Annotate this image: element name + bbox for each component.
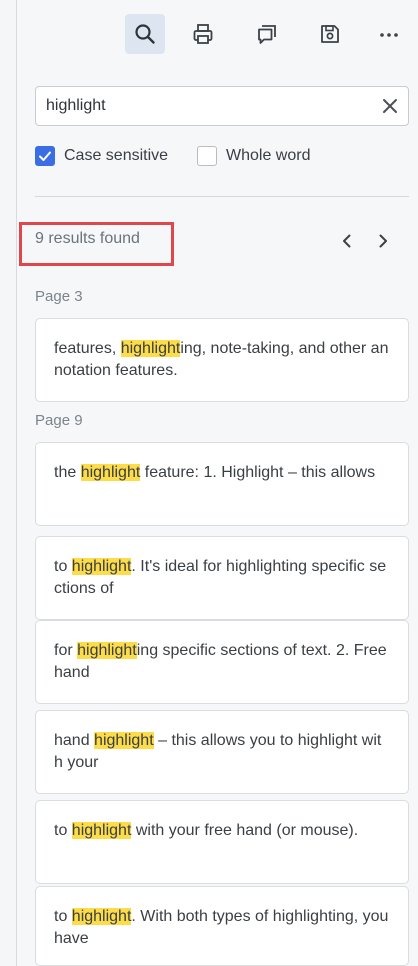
whole-word-label: Whole word [226,147,311,164]
search-panel: Case sensitive Whole word 9 results foun… [16,0,418,966]
whole-word-checkbox[interactable] [197,146,217,166]
divider [35,196,409,197]
result-match: highlight [80,464,141,481]
more-icon [380,33,398,37]
print-button[interactable] [183,14,223,54]
previous-result-button[interactable] [335,228,359,254]
clear-search-button[interactable] [380,96,400,116]
results-count-highlight-frame [19,222,174,266]
page-group-label: Page 9 [35,412,83,429]
save-icon [321,25,339,43]
comment-button[interactable] [247,14,287,54]
result-match: highlight [77,642,137,659]
search-tool-button[interactable] [125,14,165,54]
result-item[interactable]: features, highlighting, note-taking, and… [35,318,409,402]
case-sensitive-label: Case sensitive [64,147,169,164]
result-text-before: to [54,558,72,575]
result-text-before: to [54,822,72,839]
result-item[interactable]: to highlight. It's ideal for highlightin… [35,536,409,620]
result-text-after: with your free hand (or mouse). [131,822,359,839]
whole-word-option[interactable]: Whole word [197,143,310,169]
page-group-label: Page 3 [35,288,83,305]
save-button[interactable] [310,14,350,54]
result-item[interactable]: the highlight feature: 1. Highlight – th… [35,442,409,526]
print-icon [193,24,213,44]
checkmark-icon [39,151,51,161]
result-item[interactable]: for highlighting specific sections of te… [35,620,409,704]
close-icon [383,99,397,113]
case-sensitive-checkbox[interactable] [35,146,55,166]
toolbar [17,0,418,66]
result-match: highlight [120,340,181,357]
chevron-right-icon [379,234,387,248]
case-sensitive-option[interactable]: Case sensitive [35,143,168,169]
result-text-before: hand [54,732,95,749]
search-input[interactable] [46,87,366,125]
result-text-before: for [54,642,78,659]
more-button[interactable] [369,14,409,54]
result-item[interactable]: to highlight. With both types of highlig… [35,886,409,966]
search-field[interactable] [35,86,409,126]
result-match: highlight [71,908,132,925]
comment-icon [258,25,276,44]
result-text-before: to [54,908,72,925]
chevron-left-icon [343,234,351,248]
search-icon [135,24,155,44]
result-match: highlight [71,558,132,575]
result-text-after: feature: 1. Highlight – this allows [140,464,376,481]
result-match: highlight [71,822,132,839]
result-text-before: the [54,464,81,481]
result-item[interactable]: to highlight with your free hand (or mou… [35,800,409,884]
result-item[interactable]: hand highlight – this allows you to high… [35,710,409,794]
result-text-before: features, [54,340,121,357]
result-match: highlight [94,732,154,749]
next-result-button[interactable] [371,228,395,254]
